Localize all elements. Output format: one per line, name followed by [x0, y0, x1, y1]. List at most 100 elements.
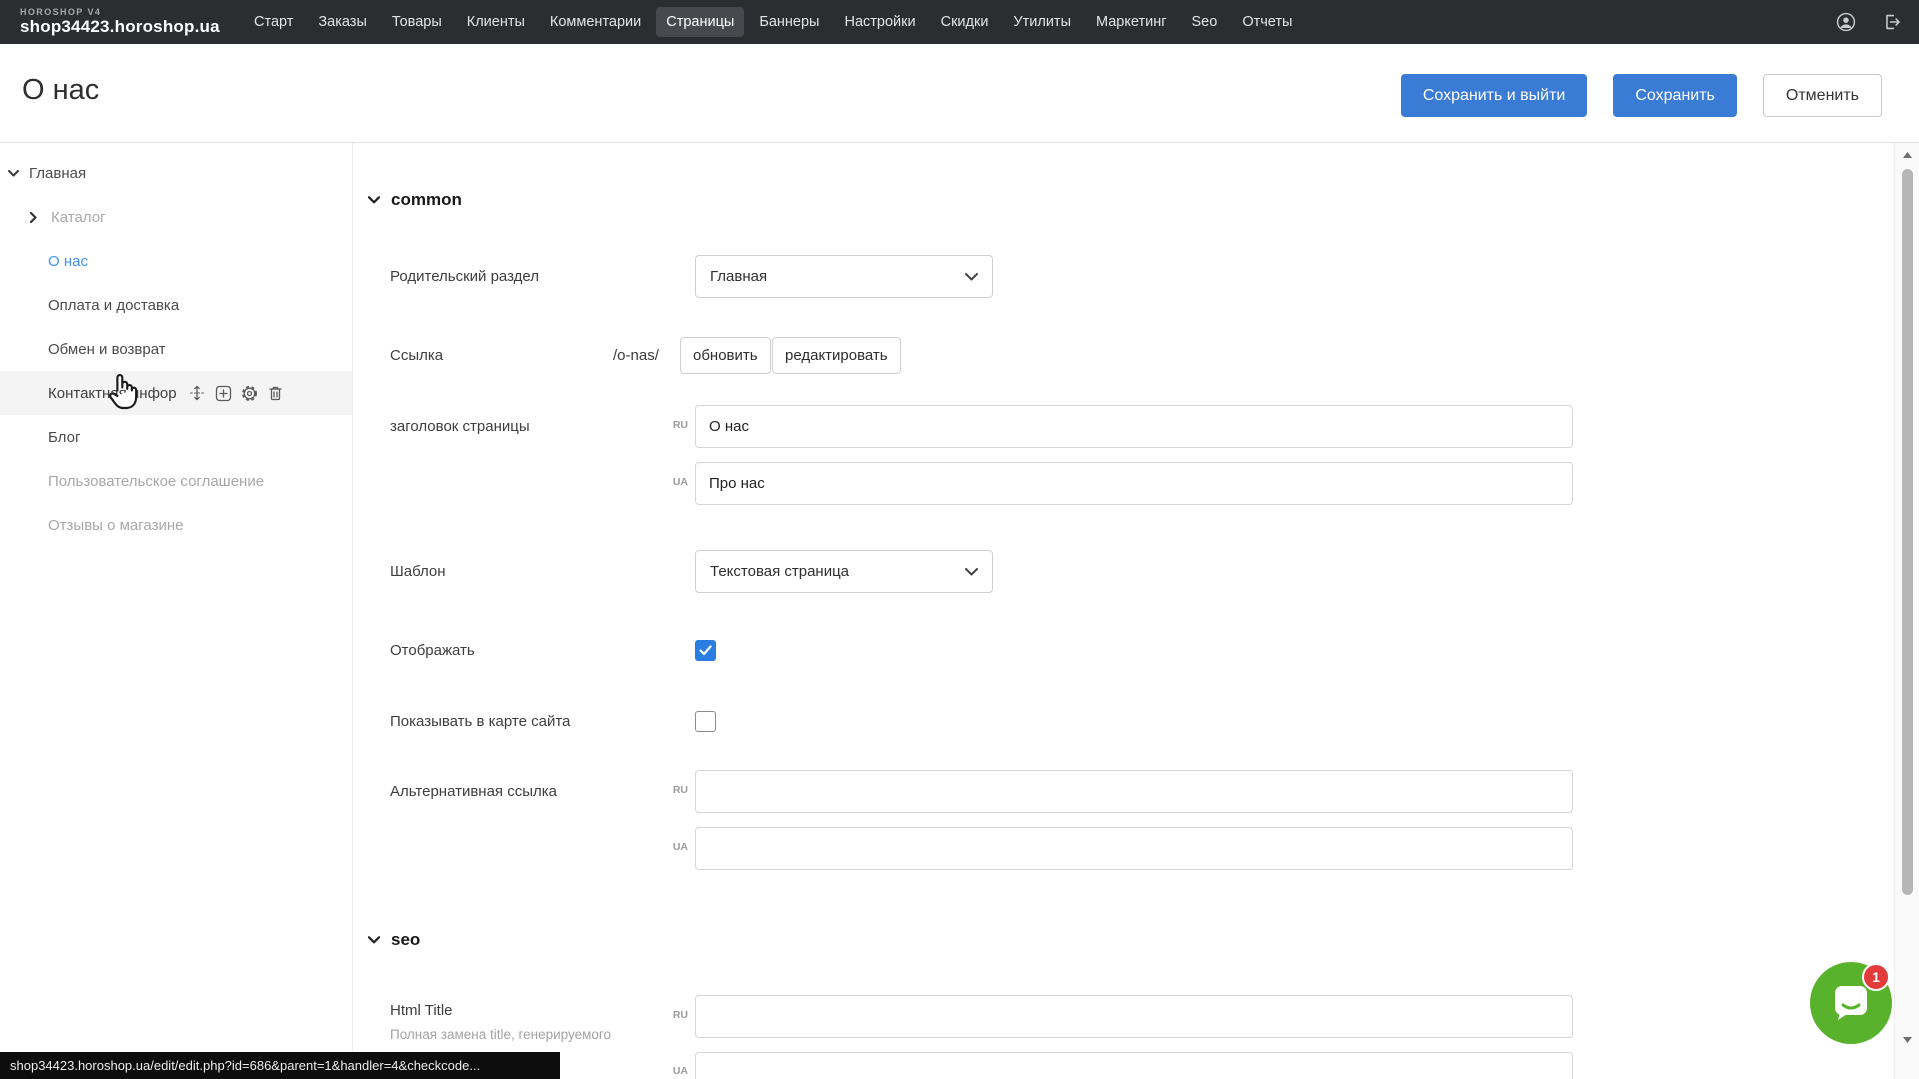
html-title-note: Полная замена title, генерируемого — [390, 1027, 611, 1042]
nav-item-discounts[interactable]: Скидки — [931, 7, 999, 37]
triangle-up-icon — [1903, 152, 1912, 158]
sidebar-item-label: Главная — [29, 165, 86, 182]
page-header: О нас Сохранить и выйти Сохранить Отмени… — [0, 44, 1919, 143]
sitemap-checkbox[interactable] — [695, 711, 716, 732]
sidebar-item-label: Оплата и доставка — [48, 297, 179, 314]
nav-item-seo[interactable]: Seo — [1182, 7, 1228, 37]
pages-tree-sidebar: Главная Каталог О нас Оплата и доставка … — [0, 143, 353, 1079]
sidebar-item-label: Обмен и возврат — [48, 341, 166, 358]
sidebar-item-payment-delivery[interactable]: Оплата и доставка — [0, 283, 352, 327]
logout-icon[interactable] — [1881, 11, 1903, 33]
nav-item-start[interactable]: Старт — [244, 7, 303, 37]
nav-item-reports[interactable]: Отчеты — [1232, 7, 1302, 37]
scrollbar-thumb[interactable] — [1902, 169, 1913, 895]
display-label: Отображать — [390, 640, 475, 662]
header-actions: Сохранить и выйти Сохранить Отменить — [1401, 74, 1882, 117]
sidebar-item-store-reviews[interactable]: Отзывы о магазине — [0, 503, 352, 547]
sidebar-item-user-agreement[interactable]: Пользовательское соглашение — [0, 459, 352, 503]
html-title-ru-input[interactable] — [695, 995, 1573, 1038]
delete-icon[interactable] — [267, 385, 284, 402]
scroll-down-icon[interactable] — [1895, 1032, 1919, 1048]
move-icon[interactable] — [189, 385, 206, 402]
sidebar-item-label: Блог — [48, 429, 80, 446]
add-icon[interactable] — [215, 385, 232, 402]
triangle-down-icon — [1903, 1037, 1912, 1043]
nav-item-marketing[interactable]: Маркетинг — [1086, 7, 1177, 37]
display-checkbox[interactable] — [695, 640, 716, 661]
html-title-label: Html Title — [390, 1001, 453, 1021]
page-title-ru-input[interactable] — [695, 405, 1573, 448]
sidebar-item-blog[interactable]: Блог — [0, 415, 352, 459]
page-title-field-label: заголовок страницы — [390, 405, 530, 448]
page-title-ua-input[interactable] — [695, 462, 1573, 505]
status-url: shop34423.horoshop.ua/edit/edit.php?id=6… — [10, 1058, 480, 1073]
chevron-down-icon — [965, 568, 978, 576]
link-edit-button[interactable]: редактировать — [772, 337, 901, 374]
sidebar-item-label: Контактная инфор — [48, 385, 177, 402]
nav-right-icons — [1835, 11, 1903, 33]
link-preview-statusbar: shop34423.horoshop.ua/edit/edit.php?id=6… — [0, 1052, 560, 1079]
nav-item-banners[interactable]: Баннеры — [749, 7, 829, 37]
save-button[interactable]: Сохранить — [1613, 74, 1737, 117]
chevron-down-icon — [368, 936, 380, 944]
chevron-right-icon[interactable] — [30, 212, 44, 223]
lang-badge-ru: RU — [654, 1009, 688, 1021]
parent-section-select[interactable]: Главная — [695, 255, 993, 298]
sidebar-item-label: Отзывы о магазине — [48, 517, 183, 534]
chat-unread-badge: 1 — [1862, 963, 1890, 991]
link-path: /o-nas/ — [613, 337, 659, 374]
select-value: Главная — [710, 268, 767, 285]
alt-link-ua-input[interactable] — [695, 827, 1573, 870]
lang-badge-ua: UA — [654, 841, 688, 853]
nav-item-clients[interactable]: Клиенты — [457, 7, 535, 37]
link-label: Ссылка — [390, 337, 443, 374]
lang-badge-ru: RU — [654, 784, 688, 796]
template-select[interactable]: Текстовая страница — [695, 550, 993, 593]
template-label: Шаблон — [390, 550, 446, 593]
nav-item-comments[interactable]: Комментарии — [540, 7, 651, 37]
main-menu: Старт Заказы Товары Клиенты Комментарии … — [244, 7, 1302, 37]
nav-item-utilities[interactable]: Утилиты — [1003, 7, 1081, 37]
chevron-down-icon — [368, 196, 380, 204]
chevron-down-icon[interactable] — [8, 170, 22, 177]
lang-badge-ua: UA — [654, 1065, 688, 1077]
nav-item-settings[interactable]: Настройки — [834, 7, 925, 37]
sidebar-item-label: О нас — [48, 253, 88, 270]
section-seo[interactable]: seo — [368, 925, 420, 955]
section-common[interactable]: common — [368, 185, 462, 215]
chevron-down-icon — [965, 273, 978, 281]
html-title-ua-input[interactable] — [695, 1052, 1573, 1079]
page-edit-form: common Родительский раздел Главная Ссылк… — [354, 143, 1894, 1079]
alt-link-ru-input[interactable] — [695, 770, 1573, 813]
nav-item-orders[interactable]: Заказы — [308, 7, 376, 37]
sidebar-item-exchange-return[interactable]: Обмен и возврат — [0, 327, 352, 371]
sidebar-item-label: Каталог — [51, 209, 106, 226]
sidebar-item-catalog[interactable]: Каталог — [0, 195, 352, 239]
settings-icon[interactable] — [241, 385, 258, 402]
account-icon[interactable] — [1835, 11, 1857, 33]
brand-logo[interactable]: HOROSHOP V4 shop34423.horoshop.ua — [20, 8, 238, 37]
vertical-scrollbar[interactable] — [1894, 143, 1919, 1079]
section-label: common — [391, 190, 462, 210]
lang-badge-ru: RU — [654, 419, 688, 431]
scroll-up-icon[interactable] — [1895, 147, 1919, 163]
sidebar-item-contact-info[interactable]: Контактная инфор — [0, 371, 352, 415]
select-value: Текстовая страница — [710, 563, 849, 580]
nav-item-pages[interactable]: Страницы — [656, 7, 744, 37]
sidebar-item-label: Пользовательское соглашение — [48, 473, 264, 490]
cancel-button[interactable]: Отменить — [1763, 74, 1882, 117]
nav-item-products[interactable]: Товары — [382, 7, 452, 37]
section-label: seo — [391, 930, 420, 950]
link-refresh-button[interactable]: обновить — [680, 337, 771, 374]
check-icon — [699, 645, 712, 656]
parent-section-label: Родительский раздел — [390, 255, 539, 298]
row-action-icons — [189, 385, 284, 402]
sidebar-item-about[interactable]: О нас — [0, 239, 352, 283]
alt-link-label: Альтернативная ссылка — [390, 770, 557, 813]
page-title: О нас — [22, 74, 99, 107]
top-navigation: HOROSHOP V4 shop34423.horoshop.ua Старт … — [0, 0, 1919, 44]
lang-badge-ua: UA — [654, 476, 688, 488]
sidebar-item-home[interactable]: Главная — [0, 151, 352, 195]
save-and-exit-button[interactable]: Сохранить и выйти — [1401, 74, 1588, 117]
sitemap-label: Показывать в карте сайта — [390, 711, 570, 733]
